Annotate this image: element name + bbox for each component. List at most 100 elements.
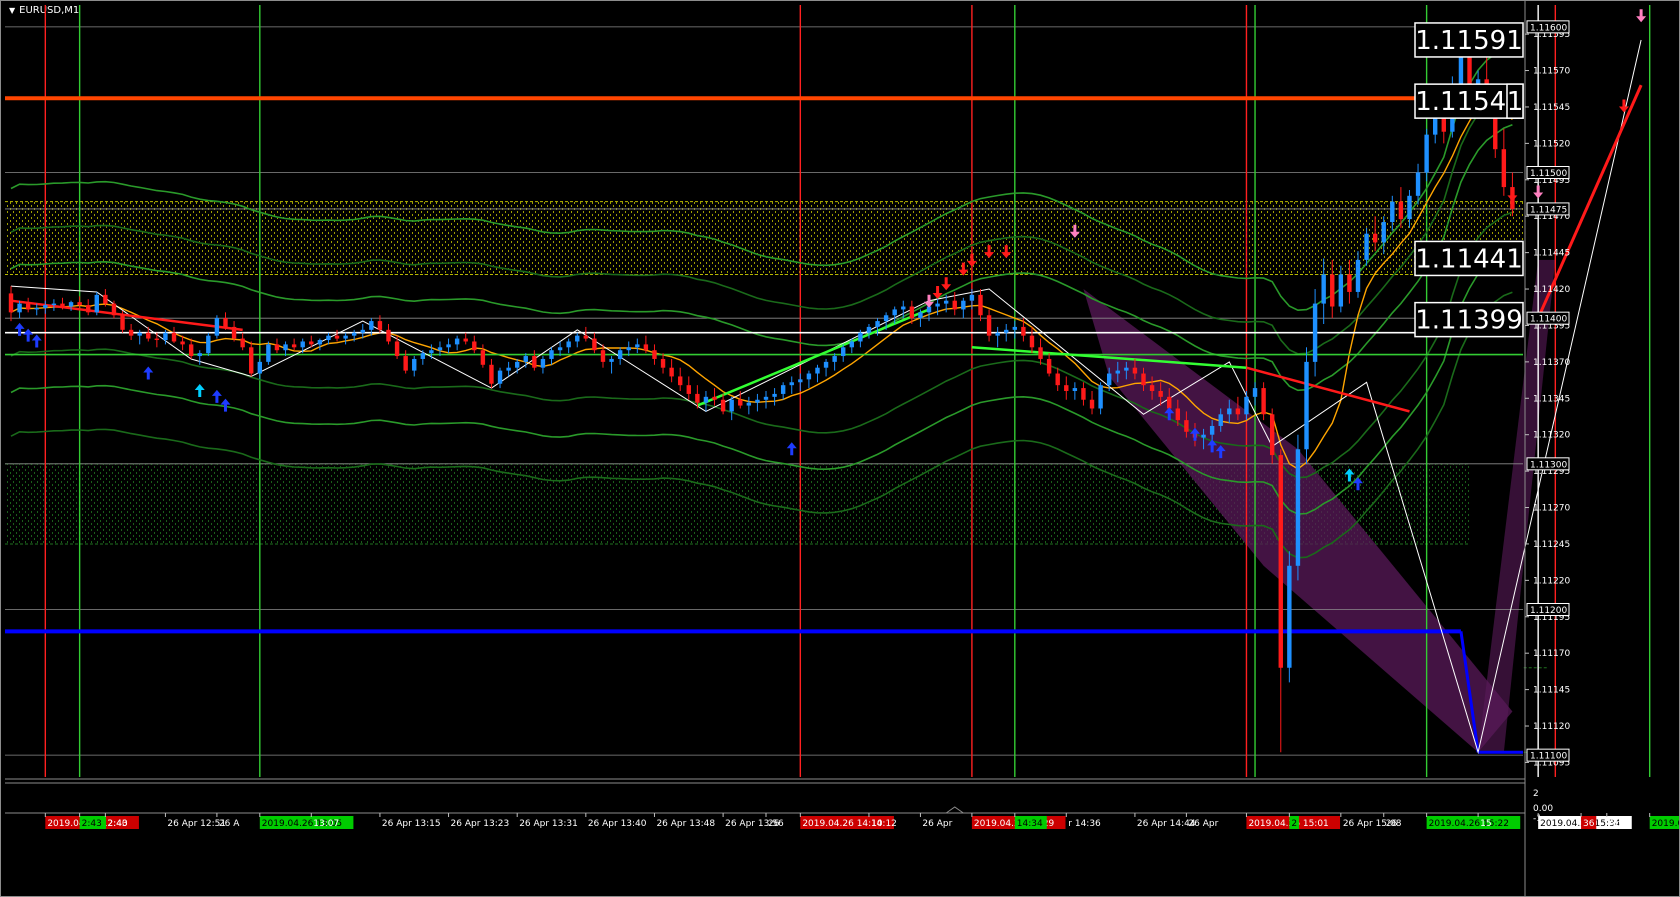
candle-body bbox=[1064, 385, 1069, 391]
candle-body bbox=[480, 350, 486, 365]
candle bbox=[343, 332, 348, 345]
candle-body bbox=[806, 373, 812, 380]
buy-arrow-icon bbox=[31, 334, 42, 348]
buy-arrow-icon bbox=[14, 322, 25, 336]
candle-body bbox=[557, 347, 563, 351]
buy-arrow-icon bbox=[194, 384, 205, 397]
time-label-text: 26 Apr 13:23 bbox=[451, 819, 510, 829]
candle-body bbox=[240, 338, 245, 348]
candle bbox=[763, 391, 769, 409]
price-callout: 1 bbox=[1506, 83, 1524, 119]
candle bbox=[592, 332, 597, 354]
candle bbox=[1089, 391, 1095, 415]
time-label: 36 bbox=[1580, 813, 1597, 829]
price-chart[interactable]: 1.115911.115491.114411.1139911.115951.11… bbox=[1, 1, 1679, 896]
price-axis-marker-text: 1.11500 bbox=[1530, 169, 1567, 179]
candle-body bbox=[695, 393, 700, 403]
buy-arrow-icon bbox=[786, 442, 797, 456]
candle-body bbox=[909, 306, 915, 319]
candle-body bbox=[1287, 565, 1292, 668]
sell-arrow-icon bbox=[1533, 185, 1544, 199]
candle-body bbox=[1355, 259, 1361, 292]
chart-window[interactable]: ▼ EURUSD,M1 1.11591 1.11549 1.11441 1.11399 1… bbox=[0, 0, 1680, 897]
candle-body bbox=[1029, 335, 1035, 348]
candle-body bbox=[952, 300, 957, 310]
candle-body bbox=[25, 303, 31, 310]
candle bbox=[1038, 338, 1043, 365]
candle bbox=[566, 338, 571, 354]
candle-body bbox=[532, 356, 537, 368]
candle-body bbox=[943, 300, 949, 304]
candle bbox=[815, 364, 820, 383]
candle bbox=[128, 323, 134, 341]
candle-body bbox=[463, 338, 468, 342]
candle-body bbox=[1132, 367, 1138, 374]
candle bbox=[669, 358, 674, 383]
candle-body bbox=[360, 329, 365, 333]
candle-body bbox=[978, 294, 983, 316]
price-axis-marker-text: 1.11300 bbox=[1530, 460, 1567, 470]
candle bbox=[1046, 353, 1052, 377]
candle-body bbox=[1321, 274, 1326, 304]
candle-body bbox=[394, 341, 400, 357]
candle-body bbox=[1330, 274, 1335, 307]
candle bbox=[94, 291, 99, 316]
candle-body bbox=[1012, 326, 1018, 330]
price-tick-label: 1.11345 bbox=[1533, 394, 1570, 404]
candle-body bbox=[223, 318, 228, 327]
price-axis-marker: 1.11400 bbox=[1526, 311, 1570, 325]
time-label-text: 26 bbox=[768, 819, 780, 829]
candle-body bbox=[1278, 455, 1283, 668]
candle-body bbox=[1167, 396, 1172, 409]
candle-body bbox=[1175, 408, 1181, 421]
candle-body bbox=[188, 344, 194, 357]
candle bbox=[291, 338, 297, 351]
candle-body bbox=[171, 332, 177, 342]
candle-body bbox=[635, 344, 640, 348]
candle-body bbox=[626, 347, 631, 351]
time-label: 26 Apr bbox=[1185, 813, 1219, 829]
time-label: 26 Apr 13:23 bbox=[448, 813, 510, 829]
candle bbox=[17, 300, 22, 319]
candle-body bbox=[309, 341, 314, 345]
candle-body bbox=[17, 303, 22, 313]
candle-body bbox=[137, 332, 142, 336]
candle bbox=[317, 338, 323, 351]
price-tick-label: 1.11520 bbox=[1533, 139, 1570, 149]
candle-body bbox=[755, 399, 760, 403]
candle-body bbox=[823, 361, 829, 368]
time-label-text: 26 Apr bbox=[1188, 819, 1218, 829]
candle-body bbox=[454, 338, 460, 345]
candle-body bbox=[866, 326, 872, 333]
candle-body bbox=[1021, 326, 1026, 336]
time-label-text: 36 bbox=[1583, 819, 1595, 829]
candle bbox=[1312, 289, 1318, 377]
candle-body bbox=[686, 385, 691, 394]
candle-body bbox=[712, 396, 717, 400]
price-axis-marker: 1.11300 bbox=[1526, 457, 1570, 471]
candle-body bbox=[1089, 399, 1095, 409]
candle bbox=[832, 353, 837, 371]
time-label-text: 26 Apr bbox=[922, 819, 952, 829]
price-callout-text: 1.11441 bbox=[1415, 244, 1523, 274]
candle bbox=[978, 289, 983, 322]
candle bbox=[1252, 382, 1258, 406]
candle bbox=[1501, 128, 1507, 196]
time-label-text: 26 Apr 13:31 bbox=[519, 819, 578, 829]
candle bbox=[1004, 323, 1009, 342]
candle bbox=[660, 353, 666, 374]
candle bbox=[532, 350, 537, 371]
candle bbox=[986, 309, 992, 342]
candle-body bbox=[1046, 358, 1052, 374]
time-label-text: 14:34 bbox=[1017, 819, 1043, 829]
time-label-text: 26 bbox=[1386, 819, 1398, 829]
candle-body bbox=[720, 399, 726, 412]
candle bbox=[489, 358, 494, 389]
candle-body bbox=[214, 318, 220, 336]
candle bbox=[171, 326, 177, 343]
candle bbox=[257, 358, 263, 380]
candle bbox=[823, 358, 829, 377]
time-label: 26 Apr 13:15 bbox=[379, 813, 441, 829]
buy-arrow-icon bbox=[211, 389, 222, 403]
candle-body bbox=[497, 370, 503, 384]
